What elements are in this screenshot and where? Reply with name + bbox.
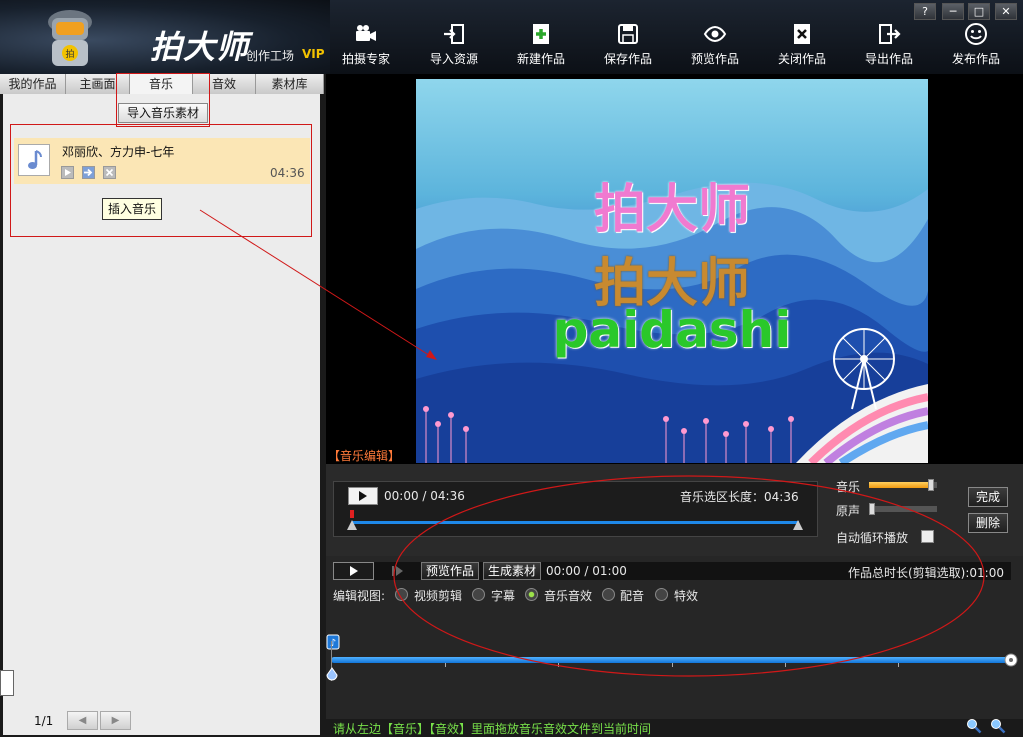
music-selection-length: 音乐选区长度：04:36 xyxy=(680,490,799,504)
annotation-box-music-tab xyxy=(116,73,210,127)
new-file-icon xyxy=(533,24,549,44)
save-icon xyxy=(618,24,638,44)
logo-text: 拍大师 xyxy=(150,28,250,66)
preview-title-green: paidashi xyxy=(552,301,792,359)
prev-page-button[interactable]: ◀ xyxy=(67,711,98,730)
zoom-out-icon[interactable] xyxy=(990,718,1006,734)
timeline-track[interactable] xyxy=(331,657,1011,663)
view-label-video-edit: 视频剪辑 xyxy=(414,589,463,603)
playhead-handle[interactable] xyxy=(326,667,338,681)
minimize-button[interactable]: ─ xyxy=(942,3,964,20)
timeline-tick xyxy=(672,663,673,667)
publish-project-button[interactable]: 发布作品 xyxy=(936,22,1016,70)
close-project-button[interactable]: 关闭作品 xyxy=(762,22,842,70)
svg-text:拍: 拍 xyxy=(65,48,74,60)
timeline-tick xyxy=(785,663,786,667)
zoom-in-icon[interactable] xyxy=(966,718,982,734)
timeline-tick xyxy=(445,663,446,667)
import-resource-label: 导入资源 xyxy=(429,52,478,66)
music-play-button[interactable] xyxy=(348,487,378,505)
page-indicator: 1/1 xyxy=(34,714,54,728)
tab-my-works[interactable]: 我的作品 xyxy=(0,74,66,94)
music-volume-label: 音乐 xyxy=(836,480,861,494)
robot-mascot-logo: 拍 xyxy=(48,10,92,66)
timeline-end-handle[interactable] xyxy=(1004,653,1018,667)
done-button[interactable]: 完成 xyxy=(968,487,1008,507)
import-icon xyxy=(444,24,464,44)
selection-end-marker[interactable] xyxy=(792,518,804,532)
save-project-label: 保存作品 xyxy=(603,52,652,66)
logo-subtitle: 创作工场 xyxy=(246,49,295,63)
status-hint: 请从左边【音乐】【音效】里面拖放音乐音效文件到当前时间 xyxy=(333,722,652,736)
shooting-expert-label: 拍摄专家 xyxy=(341,52,390,66)
view-radio-dubbing[interactable] xyxy=(602,588,615,601)
edit-view-label: 编辑视图: xyxy=(333,589,386,603)
view-radio-music-effects[interactable] xyxy=(525,588,538,601)
view-label-dubbing: 配音 xyxy=(620,589,645,603)
view-label-music-effects: 音乐音效 xyxy=(544,589,593,603)
music-volume-knob[interactable] xyxy=(927,479,934,491)
auto-loop-label: 自动循环播放 xyxy=(836,531,909,545)
video-preview: 拍大师 拍大师 paidashi xyxy=(416,79,928,463)
view-radio-video-edit[interactable] xyxy=(395,588,408,601)
import-resource-button[interactable]: 导入资源 xyxy=(414,22,494,70)
timeline-tick xyxy=(898,663,899,667)
original-volume-slider[interactable] xyxy=(869,506,937,512)
close-file-icon xyxy=(794,24,810,44)
original-volume-knob[interactable] xyxy=(869,503,875,515)
publish-project-label: 发布作品 xyxy=(951,52,1000,66)
export-project-label: 导出作品 xyxy=(864,52,913,66)
view-label-effects: 特效 xyxy=(674,589,699,603)
view-radio-subtitle[interactable] xyxy=(472,588,485,601)
music-time-display: 00:00 / 04:36 xyxy=(384,489,465,503)
music-track-marker-icon[interactable]: ♪ xyxy=(326,634,340,652)
preview-project-button[interactable]: 预览作品 xyxy=(675,22,755,70)
music-edit-section-label: 【音乐编辑】 xyxy=(328,449,401,463)
annotation-box-music-item xyxy=(10,124,312,237)
music-selection-track[interactable] xyxy=(352,521,799,524)
export-icon xyxy=(879,24,901,44)
tab-material-library[interactable]: 素材库 xyxy=(256,74,324,94)
close-project-label: 关闭作品 xyxy=(777,52,826,66)
side-handle[interactable] xyxy=(0,670,14,696)
music-volume-slider[interactable] xyxy=(869,482,937,488)
video-camera-icon xyxy=(356,25,376,41)
selection-start-marker[interactable] xyxy=(346,510,358,532)
auto-loop-checkbox[interactable] xyxy=(921,530,934,543)
smiley-icon xyxy=(965,23,987,45)
close-window-button[interactable]: ✕ xyxy=(995,3,1017,20)
delete-button[interactable]: 删除 xyxy=(968,513,1008,533)
timeline-play-button[interactable] xyxy=(333,562,374,580)
preview-work-button[interactable]: 预览作品 xyxy=(421,562,479,580)
view-label-subtitle: 字幕 xyxy=(491,589,516,603)
eye-icon xyxy=(703,25,727,43)
maximize-button[interactable]: □ xyxy=(968,3,990,20)
save-project-button[interactable]: 保存作品 xyxy=(588,22,668,70)
preview-project-label: 预览作品 xyxy=(690,52,739,66)
next-page-button[interactable]: ▶ xyxy=(100,711,131,730)
preview-title-pink: 拍大师 xyxy=(593,180,750,240)
original-volume-label: 原声 xyxy=(836,504,861,518)
generate-material-button[interactable]: 生成素材 xyxy=(483,562,541,580)
export-project-button[interactable]: 导出作品 xyxy=(849,22,929,70)
timeline-tick xyxy=(558,663,559,667)
step-forward-icon[interactable] xyxy=(390,564,406,578)
timeline-time-display: 00:00 / 01:00 xyxy=(546,564,627,578)
help-button[interactable]: ? xyxy=(914,3,936,20)
vip-badge: VIP xyxy=(302,47,325,61)
new-project-label: 新建作品 xyxy=(516,52,565,66)
view-radio-effects[interactable] xyxy=(655,588,668,601)
shooting-expert-button[interactable]: 拍摄专家 xyxy=(326,22,406,70)
new-project-button[interactable]: 新建作品 xyxy=(501,22,581,70)
total-duration: 作品总时长(剪辑选取):01:00 xyxy=(848,566,1004,580)
